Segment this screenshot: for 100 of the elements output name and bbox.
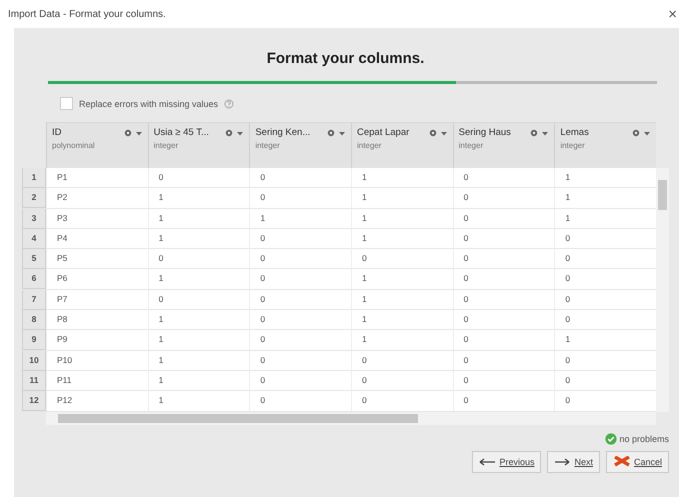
row-number: 2 (22, 188, 46, 208)
table-cell: 0 (452, 208, 554, 229)
table-cell: P5 (46, 249, 148, 270)
previous-button[interactable]: Previous (472, 450, 542, 473)
table-cell: P12 (46, 391, 148, 412)
table-cell: 0 (249, 370, 351, 391)
x-icon (612, 456, 631, 468)
column-header[interactable]: ID (52, 127, 120, 138)
table-cell: 0 (452, 249, 554, 270)
column-header[interactable]: Sering Ken... (255, 127, 323, 138)
table-cell: 1 (350, 228, 453, 249)
table-cell: P1 (46, 168, 148, 188)
status-text: no problems (619, 434, 669, 444)
column-header[interactable]: Lemas (560, 127, 628, 138)
table-cell: P10 (46, 350, 148, 371)
table-cell: 1 (148, 188, 250, 208)
arrow-right-icon (554, 456, 572, 467)
table-cell: 1 (148, 208, 250, 229)
column-header[interactable]: Usia ≥ 45 T... (154, 127, 222, 138)
table-cell: 0 (350, 350, 453, 371)
horizontal-scrollbar[interactable] (46, 412, 656, 425)
table-cell: P2 (46, 188, 148, 208)
row-number: 5 (22, 249, 46, 270)
table-cell: 0 (452, 350, 554, 371)
column-type: integer (560, 141, 586, 150)
row-number: 1 (22, 168, 46, 188)
table-cell: 1 (350, 168, 453, 188)
column-header[interactable]: Sering Haus (458, 127, 526, 138)
column-type: integer (356, 141, 382, 150)
gear-icon[interactable] (224, 128, 234, 137)
table-cell: P4 (46, 228, 148, 249)
table-cell: 1 (350, 310, 453, 330)
table-cell: 0 (148, 168, 250, 188)
table-cell: 0 (249, 391, 351, 412)
table-cell: 0 (249, 350, 351, 371)
table-cell: 0 (452, 188, 554, 208)
table-cell: 0 (452, 310, 554, 330)
row-number: 4 (22, 228, 46, 249)
table-cell: 0 (350, 391, 453, 412)
vertical-scrollbar[interactable] (656, 168, 669, 412)
table-cell: P9 (46, 330, 148, 350)
row-number: 12 (22, 391, 46, 412)
table-cell: 1 (148, 330, 250, 350)
table-cell: 0 (350, 370, 453, 391)
table-cell: 1 (148, 269, 250, 290)
row-number: 11 (22, 370, 46, 391)
table-cell: 0 (452, 370, 554, 391)
step-heading: Format your columns. (266, 50, 426, 67)
gear-icon[interactable] (326, 128, 335, 137)
table-cell: 0 (249, 330, 351, 350)
table-cell: 1 (148, 350, 250, 371)
check-icon (605, 432, 618, 445)
table-cell: 0 (249, 188, 351, 208)
table-cell: 1 (350, 188, 453, 208)
table-cell: P11 (46, 370, 148, 391)
table-cell: P6 (46, 269, 148, 290)
gear-icon[interactable] (428, 128, 437, 137)
table-cell: 0 (148, 249, 250, 270)
table-cell: 0 (249, 228, 351, 249)
table-cell: 1 (350, 208, 453, 229)
column-header[interactable]: Cepat Lapar (356, 127, 425, 138)
column-type: polynominal (52, 141, 96, 150)
table-cell: 1 (148, 228, 250, 249)
row-number: 7 (22, 290, 46, 310)
table-cell: 1 (350, 330, 453, 350)
checkbox[interactable] (60, 97, 73, 110)
table-cell: 0 (452, 330, 554, 350)
arrow-left-icon (479, 456, 496, 467)
table-cell: 0 (249, 168, 351, 188)
table-cell: P7 (46, 290, 148, 310)
table-cell: 0 (452, 228, 554, 249)
window-title: Import Data - Format your columns. (8, 8, 166, 20)
close-button[interactable]: × (668, 6, 677, 22)
gear-icon[interactable] (529, 128, 538, 137)
row-number: 8 (22, 310, 46, 330)
table-cell: 1 (148, 310, 250, 330)
table-cell: P8 (46, 310, 148, 330)
table-cell: 0 (249, 290, 351, 310)
cancel-button[interactable]: Cancel (606, 450, 669, 473)
gear-icon[interactable] (122, 128, 132, 137)
table-cell: P3 (46, 208, 148, 229)
checkbox-label: Replace errors with missing values (79, 98, 218, 108)
row-number: 10 (22, 350, 46, 371)
table-cell: 1 (350, 269, 453, 290)
table-cell: 1 (148, 370, 250, 391)
column-type: integer (255, 141, 281, 150)
next-button[interactable]: Next (547, 450, 600, 473)
table-cell: 0 (249, 310, 351, 330)
row-number: 9 (22, 330, 46, 350)
gear-icon[interactable] (630, 128, 640, 137)
table-cell: 1 (148, 391, 250, 412)
row-number: 3 (22, 208, 46, 229)
table-cell: 0 (350, 249, 453, 270)
table-cell: 0 (452, 391, 554, 412)
table-cell: 1 (249, 208, 351, 229)
row-number: 6 (22, 269, 46, 290)
table-cell: 0 (452, 269, 554, 290)
table-cell: 0 (148, 290, 250, 310)
column-type: integer (458, 141, 484, 150)
table-cell: 0 (452, 168, 554, 188)
